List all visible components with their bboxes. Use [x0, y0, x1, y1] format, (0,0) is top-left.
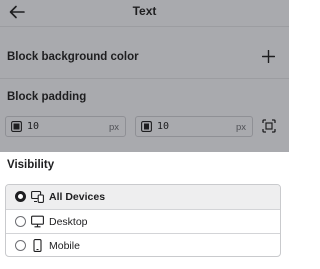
- dimmed-settings-panel: Text Block background color Block paddin…: [0, 0, 289, 152]
- radio-button[interactable]: [15, 240, 26, 251]
- option-label: Desktop: [49, 216, 88, 228]
- padding-horizontal-unit: px: [235, 122, 246, 133]
- padding-vertical-value[interactable]: 10: [27, 121, 77, 132]
- padding-horizontal-field[interactable]: 10 px: [135, 116, 253, 137]
- divider: [0, 26, 289, 27]
- page-title: Text: [132, 4, 157, 18]
- option-label: All Devices: [49, 191, 106, 203]
- block-padding-label: Block padding: [7, 91, 87, 103]
- mobile-icon: [33, 239, 42, 252]
- divider: [0, 78, 289, 79]
- desktop-icon: [31, 215, 44, 228]
- radio-button[interactable]: [15, 216, 26, 227]
- padding-individual-icon[interactable]: [262, 119, 276, 133]
- panel-header: Text: [0, 0, 289, 26]
- padding-vertical-unit: px: [108, 122, 119, 133]
- visibility-heading: Visibility: [7, 159, 55, 171]
- block-background-label: Block background color: [7, 51, 139, 63]
- padding-horizontal-value[interactable]: 10: [157, 121, 207, 132]
- visibility-option-desktop[interactable]: Desktop: [6, 209, 280, 233]
- visibility-option-all-devices[interactable]: All Devices: [6, 185, 280, 209]
- option-label: Mobile: [49, 240, 80, 252]
- visibility-radio-group: All Devices Desktop Mobile: [5, 184, 281, 257]
- plus-icon[interactable]: [262, 50, 275, 63]
- padding-vertical-field[interactable]: 10 px: [5, 116, 126, 137]
- visibility-option-mobile[interactable]: Mobile: [6, 233, 280, 256]
- radio-button-selected[interactable]: [15, 191, 26, 202]
- padding-vertical-icon: [11, 121, 22, 132]
- padding-horizontal-icon: [141, 121, 152, 132]
- all-devices-icon: [31, 190, 44, 203]
